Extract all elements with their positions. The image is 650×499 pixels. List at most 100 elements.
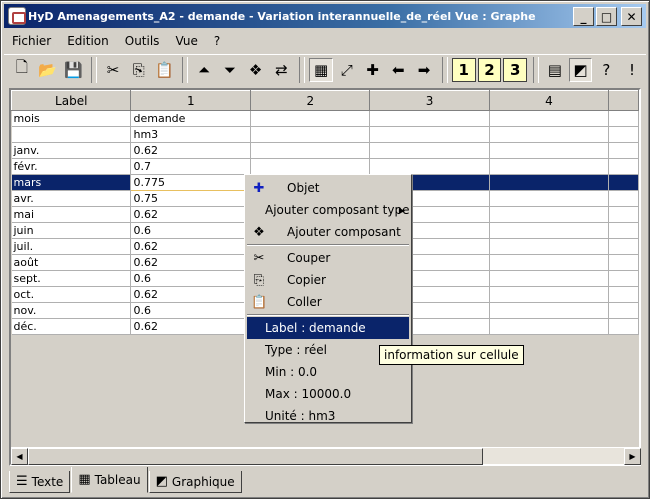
table-cell[interactable] [608,206,639,223]
save-icon[interactable]: 💾 [61,58,85,82]
table-cell[interactable]: hm3 [130,126,252,143]
table-cell[interactable] [369,110,490,127]
table-row[interactable]: hm3 [11,126,639,143]
table-cell[interactable] [608,254,639,271]
scroll-thumb[interactable] [28,448,483,465]
title-bar[interactable]: HyD Amenagements_A2 - demande - Variatio… [4,4,646,28]
minimize-button[interactable]: _ [573,7,594,26]
table-row[interactable]: févr. 0.7 [11,158,639,175]
table-row[interactable]: mois demande [11,110,639,127]
column-header-label[interactable]: Label [11,90,132,111]
table-cell[interactable] [489,142,610,159]
row-label-cell[interactable]: juin [11,222,132,239]
cut-icon[interactable]: ✂ [101,58,125,82]
tab-tableau[interactable]: ▦ Tableau [71,467,148,493]
column-header-4[interactable]: 4 [488,90,610,111]
move-up-icon[interactable]: ⏶ [192,58,216,82]
row-label-cell[interactable]: août [11,254,132,271]
row-label-cell[interactable]: nov. [11,302,132,319]
menu-item-couper[interactable]: ✂ Couper [247,247,409,269]
table-cell[interactable] [250,126,371,143]
row-label-cell[interactable]: avr. [11,190,132,207]
table-cell[interactable]: 0.62 [130,286,252,303]
scroll-right-icon[interactable]: ▶ [624,448,641,465]
table-cell[interactable] [608,286,639,303]
table-cell[interactable] [369,126,490,143]
row-label-cell[interactable]: oct. [11,286,132,303]
view-one-icon[interactable]: 1 [451,57,476,82]
graph-view-icon[interactable]: ◩ [568,57,593,82]
table-cell[interactable] [608,238,639,255]
table-cell[interactable] [608,222,639,239]
column-header-3[interactable]: 3 [369,90,490,111]
menu-item-objet[interactable]: ✚ Objet [247,177,409,199]
table-cell[interactable] [608,110,639,127]
table-cell[interactable] [369,142,490,159]
table-cell[interactable] [489,222,610,239]
row-label-cell[interactable]: juil. [11,238,132,255]
table-cell[interactable] [250,158,371,175]
tab-graphique[interactable]: ◩ Graphique [148,471,242,493]
table-cell[interactable]: 0.62 [130,254,252,271]
table-cell[interactable] [489,126,610,143]
table-cell[interactable]: 0.775 [130,174,252,191]
menu-help[interactable]: ? [206,34,228,48]
table-cell[interactable] [489,174,610,191]
table-cell[interactable]: 0.6 [130,302,252,319]
menu-item-copier[interactable]: ⎘ Copier [247,269,409,291]
table-cell[interactable]: 0.62 [130,142,252,159]
arrow-left-icon[interactable]: ⬅ [386,58,410,82]
menu-item-coller[interactable]: 📋 Coller [247,291,409,313]
table-cell[interactable]: 0.7 [130,158,252,175]
table-cell[interactable]: 0.6 [130,222,252,239]
view-three-icon[interactable]: 3 [503,57,528,82]
menu-edition[interactable]: Edition [59,34,117,48]
table-cell[interactable] [489,190,610,207]
link-icon[interactable]: ⇄ [270,58,294,82]
view-two-icon[interactable]: 2 [477,57,502,82]
table-cell[interactable] [608,126,639,143]
table-cell[interactable] [608,142,639,159]
table-cell[interactable] [250,142,371,159]
table-cell[interactable] [489,318,610,335]
table-view-icon[interactable]: ▤ [543,58,567,82]
menu-item-unite-info[interactable]: Unité : hm3 [247,405,409,427]
table-cell[interactable]: 0.62 [130,318,252,335]
table-cell[interactable] [608,318,639,335]
arrow-right-icon[interactable]: ➡ [412,58,436,82]
help-icon[interactable]: ? [594,58,618,82]
fit-icon[interactable]: ⤢ [335,58,359,82]
row-label-cell[interactable]: janv. [11,142,132,159]
table-cell[interactable] [489,254,610,271]
horizontal-scrollbar[interactable]: ◀ ▶ [11,447,641,465]
table-cell[interactable] [489,110,610,127]
move-down-icon[interactable]: ⏷ [218,58,242,82]
table-cell[interactable] [489,270,610,287]
column-header-1[interactable]: 1 [130,90,252,111]
close-button[interactable]: ✕ [621,7,642,26]
new-file-icon[interactable]: 🗋 [10,58,34,82]
table-cell[interactable] [608,174,639,191]
menu-item-ajouter-composant-type[interactable]: Ajouter composant type ▶ [247,199,409,221]
table-cell[interactable]: 0.62 [130,238,252,255]
scroll-left-icon[interactable]: ◀ [11,448,28,465]
menu-fichier[interactable]: Fichier [4,34,59,48]
row-label-cell[interactable]: mois [11,110,132,127]
table-cell[interactable] [489,286,610,303]
row-label-cell[interactable] [11,126,132,143]
table-row[interactable]: janv. 0.62 [11,142,639,159]
maximize-button[interactable]: □ [596,7,617,26]
table-cell[interactable] [608,158,639,175]
column-header-2[interactable]: 2 [250,90,371,111]
menu-vue[interactable]: Vue [167,34,205,48]
row-label-cell[interactable]: déc. [11,318,132,335]
table-cell[interactable]: 0.62 [130,206,252,223]
open-folder-icon[interactable]: 📂 [36,58,60,82]
component-icon[interactable]: ❖ [244,58,268,82]
table-cell[interactable] [489,158,610,175]
table-cell[interactable] [489,238,610,255]
table-cell[interactable]: demande [130,110,252,127]
table-cell[interactable] [489,206,610,223]
tab-texte[interactable]: ☰ Texte [9,471,71,493]
add-icon[interactable]: ✚ [361,58,385,82]
